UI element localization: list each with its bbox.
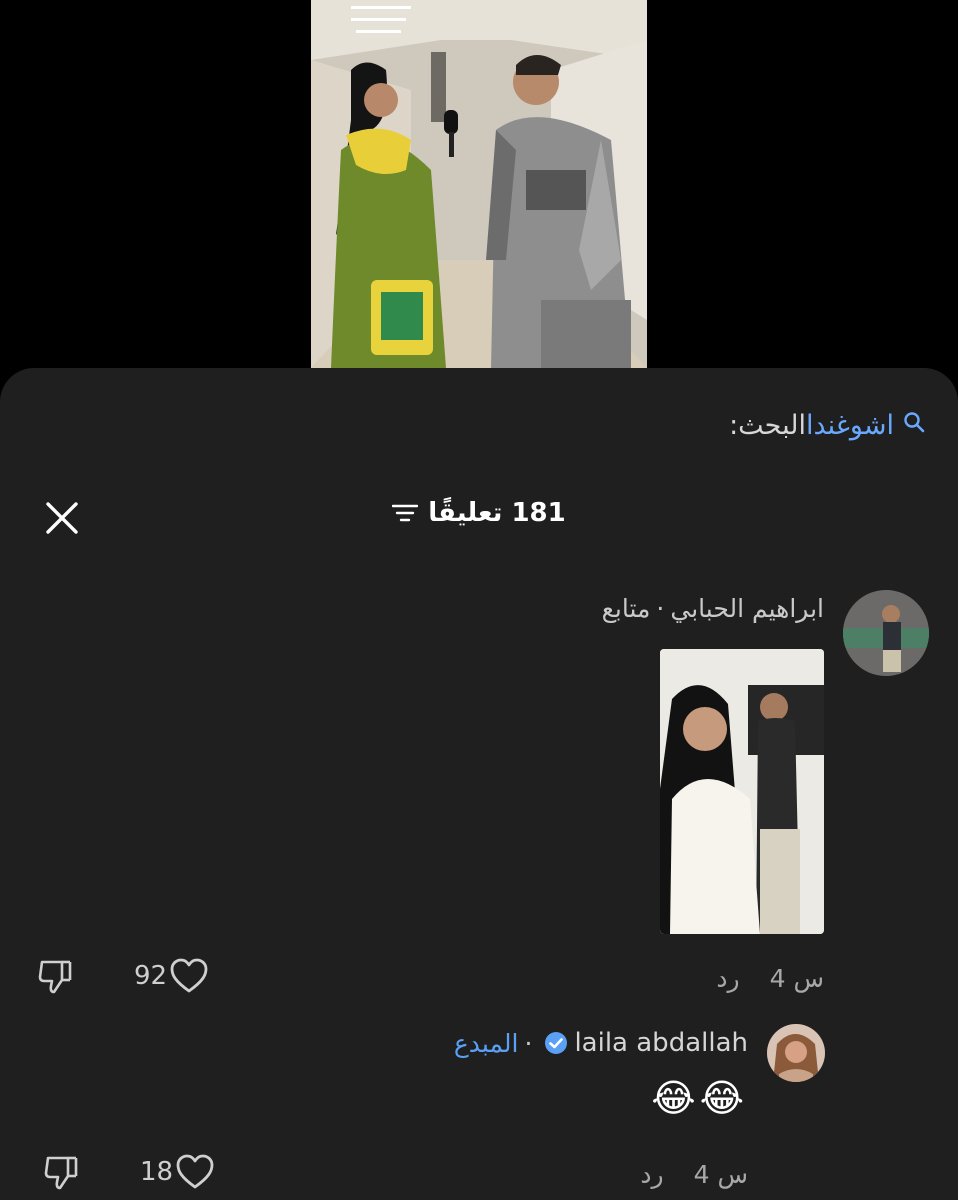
username[interactable]: laila abdallah xyxy=(574,1028,748,1058)
verified-icon xyxy=(545,1032,568,1054)
comment-time: 4 س xyxy=(693,1160,748,1189)
comment-actions: 18 xyxy=(42,1152,215,1192)
separator-dot: · xyxy=(656,594,665,623)
search-suggestion[interactable]: البحث: اشوغندا xyxy=(729,410,928,441)
like-count: 92 xyxy=(134,961,168,991)
comments-sheet: البحث: اشوغندا 181 تعليقًا ابراهيم الحبا… xyxy=(0,368,958,1200)
dislike-icon[interactable] xyxy=(36,956,76,996)
reply-button[interactable]: رد xyxy=(640,1160,663,1189)
comment-count-label: 181 تعليقًا xyxy=(428,498,566,528)
search-prefix: البحث: xyxy=(729,410,806,441)
follow-status: متابع xyxy=(601,594,651,623)
comment-image[interactable] xyxy=(660,649,824,934)
video-frame-image xyxy=(311,0,647,368)
comment-author-row: ابراهيم الحبابي · متابع xyxy=(602,594,824,623)
heart-icon[interactable] xyxy=(169,957,209,995)
comment-actions: 92 xyxy=(36,956,209,996)
comment-meta: 4 س رد xyxy=(716,964,824,993)
video-preview[interactable] xyxy=(311,0,647,368)
filter-icon[interactable] xyxy=(392,501,419,525)
comments-header: 181 تعليقًا xyxy=(0,498,958,538)
like-count: 18 xyxy=(140,1157,174,1187)
comment-author-row: laila abdallah · المبدع xyxy=(454,1028,748,1058)
search-term-link[interactable]: اشوغندا xyxy=(806,410,894,441)
comment-text: 😂😂 xyxy=(651,1076,748,1120)
comment-time: 4 س xyxy=(769,964,824,993)
creator-badge: المبدع xyxy=(453,1028,519,1058)
dislike-icon[interactable] xyxy=(42,1152,82,1192)
username[interactable]: ابراهيم الحبابي xyxy=(670,594,824,623)
reply-button[interactable]: رد xyxy=(716,964,739,993)
comment-meta: 4 س رد xyxy=(640,1160,748,1189)
separator-dot: · xyxy=(524,1028,533,1058)
heart-icon[interactable] xyxy=(175,1153,215,1191)
avatar[interactable] xyxy=(767,1024,825,1082)
close-icon[interactable] xyxy=(42,498,82,538)
avatar[interactable] xyxy=(843,590,929,676)
search-icon xyxy=(904,411,925,432)
